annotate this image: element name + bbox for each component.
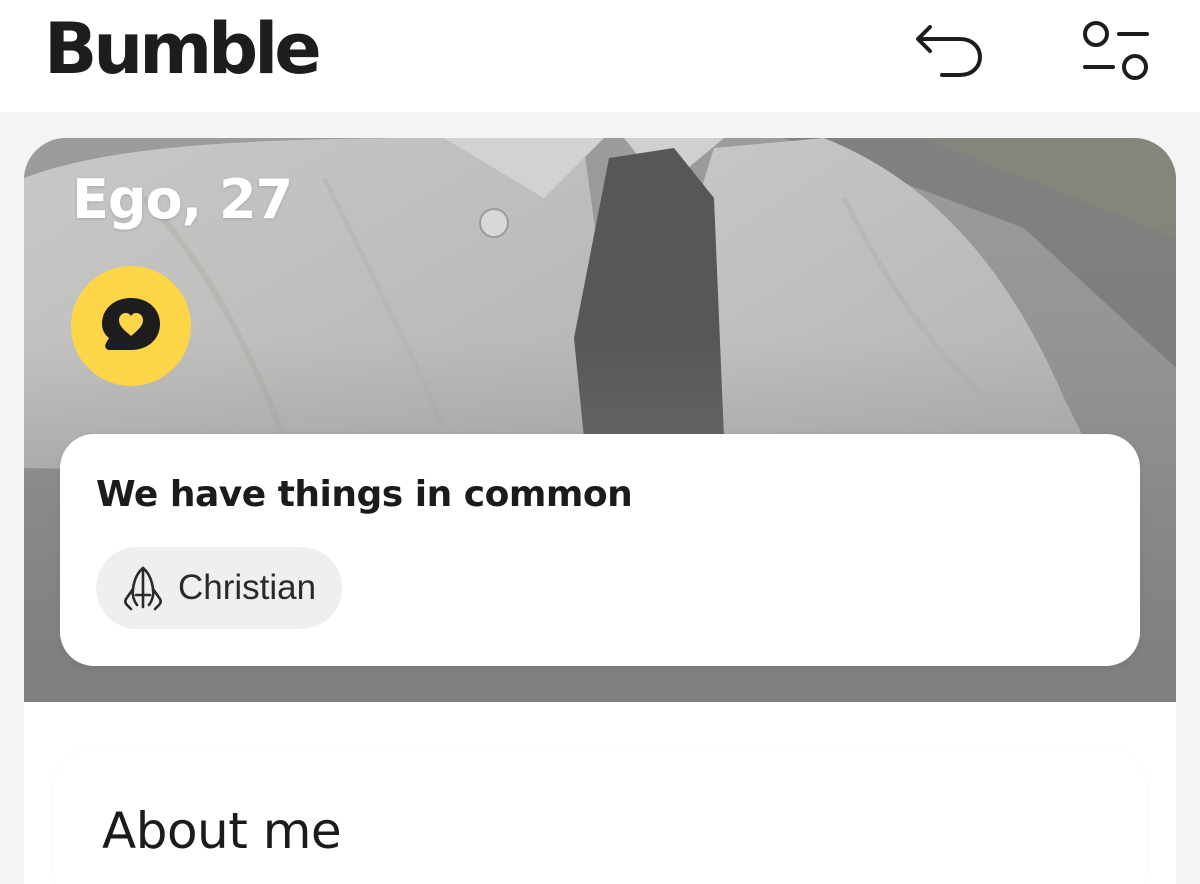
- chat-heart-icon: [102, 298, 160, 350]
- filter-button[interactable]: [1078, 14, 1154, 90]
- things-in-common-card: We have things in common Christian: [60, 434, 1140, 666]
- profile-photo-card[interactable]: Ego, 27 We have things in common Christi…: [24, 138, 1176, 702]
- app-logo: Bumble: [44, 8, 322, 90]
- app-root: Bumble Ego, 27 We have things in common …: [0, 0, 1200, 884]
- top-bar: Bumble: [0, 0, 1200, 112]
- profile-badge[interactable]: [71, 266, 191, 386]
- undo-button[interactable]: [910, 14, 986, 90]
- about-me-title: About me: [102, 802, 342, 860]
- things-in-common-title: We have things in common: [96, 474, 633, 515]
- filter-sliders-icon: [1083, 21, 1149, 80]
- common-chip-religion[interactable]: Christian: [96, 547, 343, 629]
- about-me-card: About me: [54, 750, 1146, 884]
- praying-hands-icon: [124, 566, 162, 611]
- undo-icon: [916, 25, 983, 77]
- common-chip-label: Christian: [178, 568, 317, 607]
- profile-name-age: Ego, 27: [72, 168, 293, 231]
